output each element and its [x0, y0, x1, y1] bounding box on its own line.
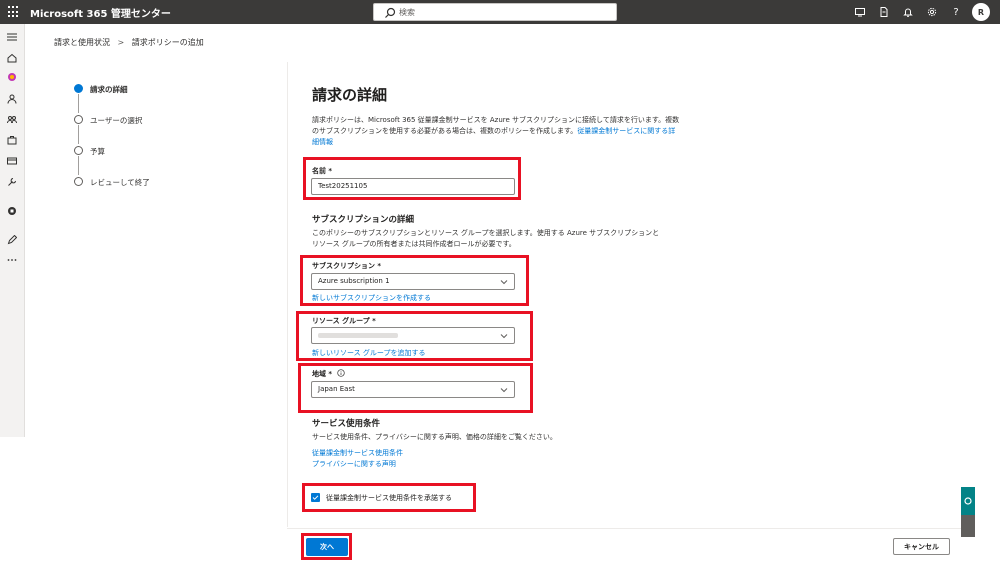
step-label: 予算: [90, 147, 105, 156]
copilot-icon[interactable]: [5, 70, 19, 84]
chevron-down-icon: [500, 334, 508, 339]
region-dropdown[interactable]: Japan East: [311, 381, 515, 398]
menu-icon[interactable]: [5, 30, 19, 44]
step-review-finish[interactable]: レビューして終了: [74, 175, 254, 206]
gear-icon[interactable]: [920, 0, 944, 24]
more-icon[interactable]: [5, 253, 19, 267]
wrench-icon[interactable]: [5, 175, 19, 189]
help-widget[interactable]: [961, 515, 975, 537]
page-title: 請求の詳細: [312, 86, 388, 104]
pen-icon[interactable]: [5, 233, 19, 247]
user-icon[interactable]: [5, 92, 19, 106]
avatar[interactable]: R: [972, 3, 990, 21]
name-label: 名前 *: [312, 167, 333, 175]
redacted-value: [318, 332, 398, 338]
terms-section-desc: サービス使用条件、プライバシーに関する声明、価格の詳細をご覧ください。: [312, 433, 557, 441]
footer-divider: [287, 528, 975, 529]
monitor-icon[interactable]: [848, 0, 872, 24]
terms-section-title: サービス使用条件: [312, 419, 381, 429]
cancel-button[interactable]: キャンセル: [893, 538, 950, 555]
checkmark-icon: [312, 495, 319, 500]
step-label: レビューして終了: [90, 178, 150, 187]
next-button[interactable]: 次へ: [306, 538, 348, 556]
chevron-down-icon: [500, 280, 508, 285]
breadcrumb-separator: >: [117, 38, 125, 47]
accept-terms-label[interactable]: 従量課金制サービス使用条件を承諾する: [326, 493, 452, 503]
subscription-value: Azure subscription 1: [318, 277, 390, 285]
region-value: Japan East: [318, 385, 355, 393]
group-icon[interactable]: [5, 112, 19, 126]
create-subscription-link[interactable]: 新しいサブスクリプションを作成する: [312, 293, 431, 303]
home-icon[interactable]: [5, 51, 19, 65]
step-indicator: [74, 146, 83, 155]
region-label: 地域 *: [312, 369, 345, 379]
panel-divider: [287, 62, 288, 527]
breadcrumb-add-policy: 請求ポリシーの追加: [131, 38, 204, 47]
billing-icon[interactable]: [5, 133, 19, 147]
step-budget[interactable]: 予算: [74, 144, 254, 175]
accept-terms-checkbox[interactable]: [311, 493, 320, 502]
step-select-users[interactable]: ユーザーの選択: [74, 113, 254, 144]
subscription-label: サブスクリプション *: [312, 262, 382, 270]
subscription-dropdown[interactable]: Azure subscription 1: [311, 273, 515, 290]
name-input[interactable]: Test20251105: [311, 178, 515, 195]
search-placeholder: 検索: [399, 8, 415, 17]
breadcrumb: 請求と使用状況 > 請求ポリシーの追加: [54, 37, 204, 48]
subscription-section-desc: このポリシーのサブスクリプションとリソース グループを選択します。使用する Az…: [312, 229, 660, 248]
app-launcher-icon[interactable]: [8, 6, 20, 18]
subscription-section-title: サブスクリプションの詳細: [312, 215, 415, 225]
chevron-down-icon: [500, 388, 508, 393]
feedback-widget[interactable]: [961, 487, 975, 515]
info-icon[interactable]: [336, 369, 345, 377]
step-label: 請求の詳細: [90, 85, 128, 94]
exchange-icon[interactable]: [5, 204, 19, 218]
step-indicator: [74, 84, 83, 93]
step-indicator: [74, 115, 83, 124]
page-description: 請求ポリシーは、Microsoft 365 従量課金制サービスを Azure サ…: [312, 116, 680, 146]
app-title[interactable]: Microsoft 365 管理センター: [30, 5, 171, 20]
step-indicator: [74, 177, 83, 186]
card-icon[interactable]: [5, 154, 19, 168]
bell-icon[interactable]: [896, 0, 920, 24]
resource-group-label: リソース グループ *: [312, 317, 376, 325]
document-icon[interactable]: [872, 0, 896, 24]
step-billing-details[interactable]: 請求の詳細: [74, 82, 254, 113]
wizard-steps: 請求の詳細 ユーザーの選択 予算 レビューして終了: [74, 82, 254, 206]
search-box[interactable]: 検索: [373, 3, 617, 21]
chat-icon: [964, 497, 972, 505]
search-icon: [385, 7, 396, 18]
privacy-statement-link[interactable]: プライバシーに関する声明: [312, 459, 396, 469]
help-icon[interactable]: ?: [944, 0, 968, 24]
breadcrumb-billing[interactable]: 請求と使用状況: [54, 38, 110, 47]
left-nav-rail: [0, 24, 25, 437]
add-resource-group-link[interactable]: 新しいリソース グループを追加する: [312, 348, 425, 358]
top-bar: Microsoft 365 管理センター 検索 ? R: [0, 0, 1000, 24]
resource-group-dropdown[interactable]: [311, 327, 515, 344]
step-label: ユーザーの選択: [90, 116, 143, 125]
terms-of-use-link[interactable]: 従量課金制サービス使用条件: [312, 448, 403, 458]
